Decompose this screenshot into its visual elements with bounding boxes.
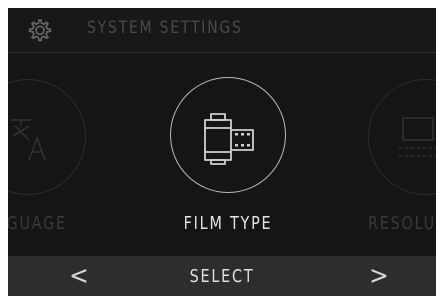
carousel-item-language[interactable] <box>8 79 86 195</box>
language-icon <box>11 119 46 161</box>
previous-button[interactable]: < <box>69 258 89 294</box>
footer-bar: < SELECT > <box>8 256 436 296</box>
select-button[interactable]: SELECT <box>174 266 270 287</box>
gear-icon <box>28 19 52 42</box>
carousel-item-label-active: FILM TYPE <box>183 213 273 234</box>
next-button[interactable]: > <box>369 258 389 294</box>
carousel-item-film-type[interactable] <box>170 77 286 193</box>
header-bar: SYSTEM SETTINGS <box>8 8 436 53</box>
carousel-item-label: NGUAGE <box>8 213 67 234</box>
carousel-item-label: RESOLU <box>368 213 436 234</box>
device-screen: SYSTEM SETTINGS NGUAGE <box>8 8 436 296</box>
carousel-item-resolution[interactable] <box>368 79 436 195</box>
page-title: SYSTEM SETTINGS <box>87 18 243 38</box>
settings-carousel[interactable]: NGUAGE <box>8 53 436 255</box>
resolution-icon <box>399 117 436 157</box>
film-canister-icon <box>204 113 254 165</box>
